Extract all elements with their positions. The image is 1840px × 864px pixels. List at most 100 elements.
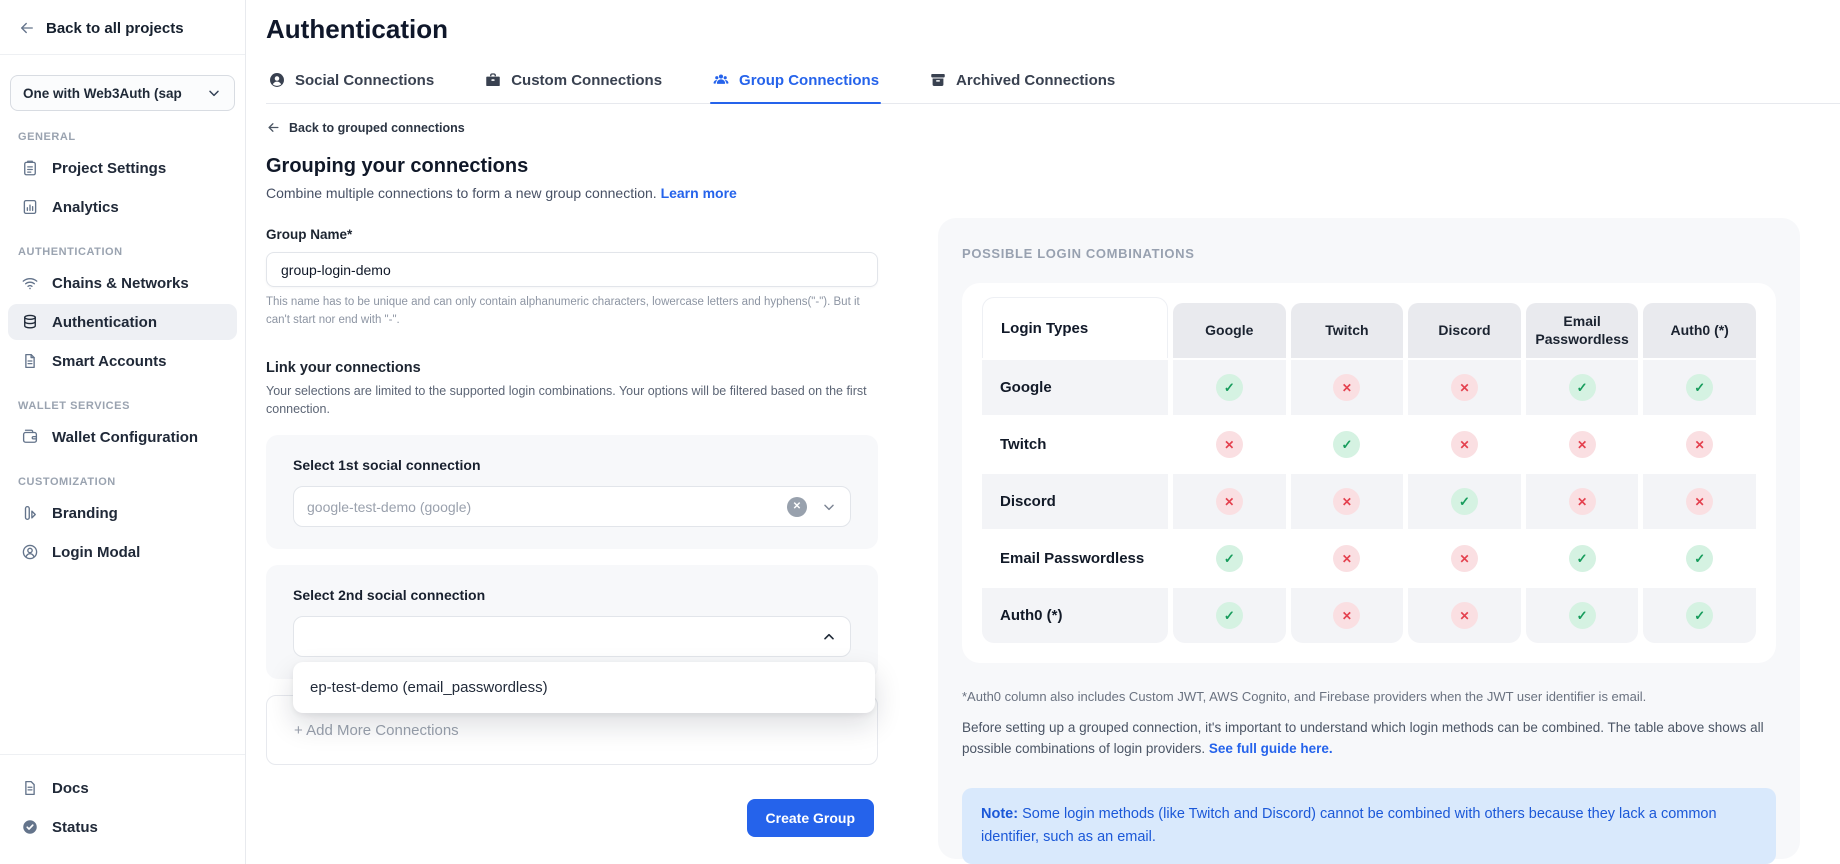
note-box: Note: Some login methods (like Twitch an… (962, 788, 1776, 864)
table-row-label-discord: Discord (982, 474, 1168, 529)
sidebar-section-customization: CUSTOMIZATION (0, 458, 245, 492)
sidebar-item-label: Smart Accounts (52, 353, 166, 370)
table-cell-yes: ✓ (1173, 531, 1286, 586)
table-cell-no: ✕ (1408, 360, 1521, 415)
chevron-up-icon (821, 629, 837, 645)
cross-icon: ✕ (1333, 602, 1360, 629)
table-header-twitch: Twitch (1291, 303, 1404, 358)
check-icon: ✓ (1569, 374, 1596, 401)
guide-text: Before setting up a grouped connection, … (962, 720, 1764, 756)
sidebar-section-general: GENERAL (0, 113, 245, 147)
sidebar-item-branding[interactable]: Branding (8, 495, 237, 531)
check-icon: ✓ (1686, 602, 1713, 629)
sidebar-item-label: Login Modal (52, 544, 140, 561)
tab-archived-connections[interactable]: Archived Connections (927, 69, 1117, 103)
chevron-down-icon (206, 85, 222, 101)
tabbar: Social Connections Custom Connections Grou… (266, 69, 1840, 104)
table-cell-no: ✕ (1173, 474, 1286, 529)
cross-icon: ✕ (1569, 488, 1596, 515)
sidebar-item-smart-accounts[interactable]: Smart Accounts (8, 343, 237, 379)
sidebar-item-analytics[interactable]: Analytics (8, 189, 237, 225)
sidebar-item-login-modal[interactable]: Login Modal (8, 534, 237, 570)
cross-icon: ✕ (1333, 488, 1360, 515)
table-cell-no: ✕ (1408, 588, 1521, 643)
cross-icon: ✕ (1333, 374, 1360, 401)
tab-custom-connections[interactable]: Custom Connections (482, 69, 664, 103)
cross-icon: ✕ (1216, 431, 1243, 458)
docs-icon (21, 779, 39, 797)
table-row-label-twitch: Twitch (982, 417, 1168, 472)
table-cell-yes: ✓ (1526, 531, 1639, 586)
content-row: Back to grouped connections Grouping you… (266, 104, 1840, 864)
arrow-left-icon (266, 120, 281, 135)
cross-icon: ✕ (1451, 602, 1478, 629)
sidebar-item-authentication[interactable]: Authentication (8, 304, 237, 340)
table-cell-no: ✕ (1526, 474, 1639, 529)
check-icon: ✓ (1216, 545, 1243, 572)
table-cell-yes: ✓ (1408, 474, 1521, 529)
sidebar-footer-item-docs[interactable]: Docs (8, 770, 237, 806)
cross-icon: ✕ (1216, 488, 1243, 515)
main-area: Authentication Social ConnectionsCustom … (246, 0, 1840, 864)
cross-icon: ✕ (1686, 431, 1713, 458)
select-second-connection-label: Select 2nd social connection (293, 587, 851, 603)
clear-selection-button[interactable]: ✕ (787, 497, 807, 517)
tab-label: Archived Connections (956, 72, 1115, 89)
sidebar-footer: DocsStatus (0, 754, 245, 864)
create-group-button[interactable]: Create Group (747, 799, 874, 837)
group-name-helper: This name has to be unique and can only … (266, 294, 878, 330)
tab-label: Social Connections (295, 72, 434, 89)
sidebar-item-label: Analytics (52, 199, 119, 216)
check-icon: ✓ (1451, 488, 1478, 515)
form-subheading: Combine multiple connections to form a n… (266, 185, 878, 201)
archive-icon (929, 71, 947, 89)
link-connections-description: Your selections are limited to the suppo… (266, 382, 878, 420)
table-cell-no: ✕ (1291, 474, 1404, 529)
table-row-label-auth0: Auth0 (*) (982, 588, 1168, 643)
check-icon: ✓ (1333, 431, 1360, 458)
cross-icon: ✕ (1333, 545, 1360, 572)
sidebar-item-chains-networks[interactable]: Chains & Networks (8, 265, 237, 301)
tab-group-connections[interactable]: Group Connections (710, 69, 881, 103)
network-icon (21, 274, 39, 292)
check-icon: ✓ (1569, 602, 1596, 629)
sidebar-item-wallet-configuration[interactable]: Wallet Configuration (8, 419, 237, 455)
sidebar-footer-item-status[interactable]: Status (8, 809, 237, 845)
tab-label: Group Connections (739, 72, 879, 89)
table-cell-yes: ✓ (1526, 588, 1639, 643)
group-name-input[interactable] (266, 252, 878, 287)
table-cell-no: ✕ (1291, 360, 1404, 415)
tab-social-connections[interactable]: Social Connections (266, 69, 436, 103)
file-icon (21, 352, 39, 370)
cross-icon: ✕ (1451, 431, 1478, 458)
submit-row: Create Group (266, 799, 878, 837)
dropdown-option-ep-test-demo[interactable]: ep-test-demo (email_passwordless) (293, 667, 875, 708)
briefcase-icon (484, 71, 502, 89)
table-cell-no: ✕ (1643, 417, 1756, 472)
learn-more-link[interactable]: Learn more (661, 185, 737, 201)
add-more-connections-button[interactable]: + Add More Connections (294, 722, 459, 739)
table-corner-cell: Login Types (982, 297, 1168, 358)
table-cell-yes: ✓ (1291, 417, 1404, 472)
sidebar-item-project-settings[interactable]: Project Settings (8, 150, 237, 186)
first-connection-select[interactable]: google-test-demo (google) ✕ (293, 486, 851, 527)
sidebar-item-label: Wallet Configuration (52, 429, 198, 446)
project-selector[interactable]: One with Web3Auth (sap (10, 75, 235, 111)
table-cell-yes: ✓ (1173, 588, 1286, 643)
auth-stack-icon (21, 313, 39, 331)
back-to-grouped-connections-label: Back to grouped connections (289, 121, 465, 135)
table-row-label-email-passwordless: Email Passwordless (982, 531, 1168, 586)
back-to-grouped-connections-link[interactable]: Back to grouped connections (266, 120, 878, 135)
first-connection-card: Select 1st social connection google-test… (266, 435, 878, 549)
full-guide-link[interactable]: See full guide here. (1209, 741, 1333, 756)
user-circle-icon (21, 543, 39, 561)
clipboard-icon (21, 159, 39, 177)
cross-icon: ✕ (1686, 488, 1713, 515)
second-connection-select[interactable] (293, 616, 851, 657)
check-icon: ✓ (1686, 545, 1713, 572)
table-cell-no: ✕ (1291, 531, 1404, 586)
arrow-left-icon (18, 19, 36, 37)
guide-paragraph: Before setting up a grouped connection, … (962, 718, 1776, 760)
back-to-projects-link[interactable]: Back to all projects (0, 0, 245, 55)
check-icon: ✓ (1216, 602, 1243, 629)
